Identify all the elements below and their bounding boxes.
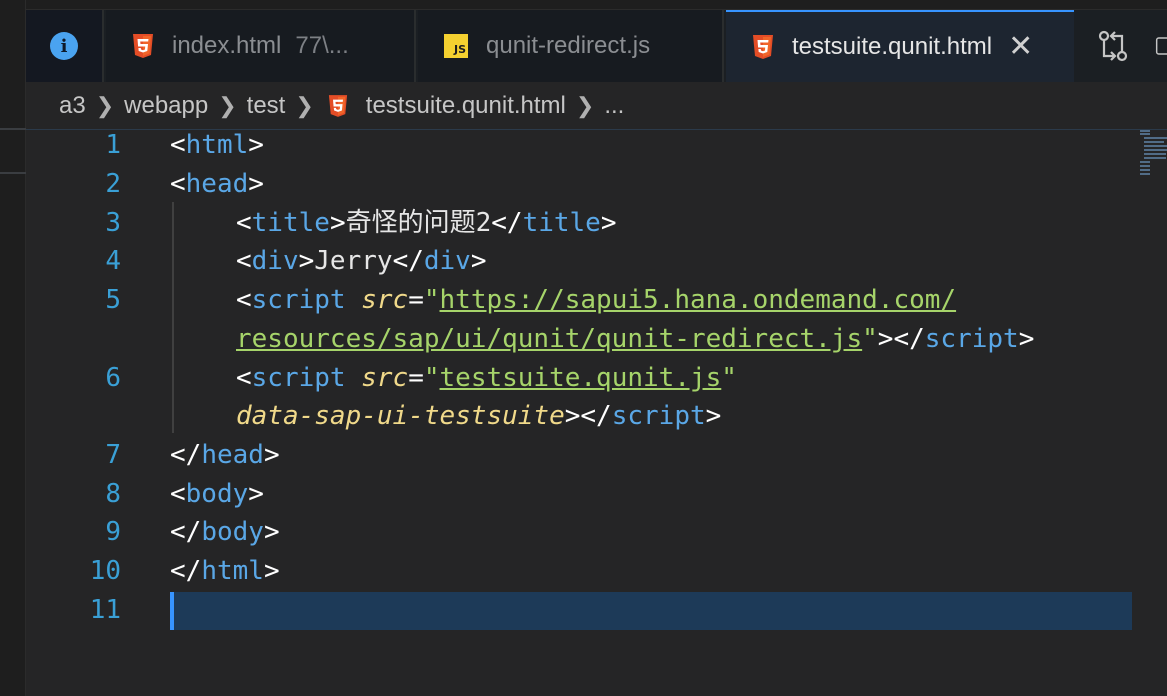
tab-index-html[interactable]: index.html 77\... <box>106 10 416 82</box>
code-line: <script src="testsuite.qunit.js" <box>236 363 737 393</box>
chevron-right-icon: ❯ <box>295 92 314 118</box>
code-line-wrapped: resources/sap/ui/qunit/qunit-redirect.js… <box>236 324 1035 354</box>
indent-guide <box>172 202 174 433</box>
tab-label: testsuite.qunit.html <box>792 33 993 60</box>
url-link[interactable]: testsuite.qunit.js <box>440 363 722 393</box>
line-number: 1 <box>105 130 121 160</box>
compare-changes-icon <box>1098 30 1128 62</box>
line-number: 3 <box>105 208 121 238</box>
code-line: </body> <box>170 517 280 547</box>
code-line: <title>奇怪的问题2</title> <box>236 208 617 238</box>
html5-icon <box>133 34 153 58</box>
breadcrumb-item-file[interactable]: testsuite.qunit.html <box>366 92 566 120</box>
current-line-highlight <box>170 592 1132 630</box>
tab-bar: i index.html 77\... JS qunit-redirect.js… <box>26 10 1167 82</box>
js-icon: JS <box>444 34 468 58</box>
line-number: 11 <box>89 595 121 625</box>
line-number: 2 <box>105 169 121 199</box>
chevron-right-icon: ❯ <box>95 92 115 118</box>
line-number: 7 <box>105 440 121 470</box>
url-link[interactable]: https://sapui5.hana.ondemand.com/ <box>440 285 957 315</box>
code-line-wrapped: data-sap-ui-testsuite></script> <box>236 401 722 431</box>
title-area <box>26 0 1167 10</box>
html5-icon <box>328 94 347 117</box>
breadcrumb-item-a3[interactable]: a3 <box>59 92 86 120</box>
minimap[interactable] <box>1138 130 1167 190</box>
breadcrumb-item-test[interactable]: test <box>247 92 286 120</box>
code-editor[interactable]: 1 2 3 4 5 6 7 8 9 10 11 <html> <head> <t… <box>26 130 1167 696</box>
code-line: <head> <box>170 169 264 199</box>
activity-strip <box>0 0 26 696</box>
line-number: 4 <box>105 246 121 276</box>
breadcrumb: a3 ❯ webapp ❯ test ❯ testsuite.qunit.htm… <box>26 82 1167 130</box>
chevron-right-icon: ❯ <box>218 92 237 118</box>
line-number: 6 <box>105 363 121 393</box>
tab-testsuite-qunit-html[interactable]: testsuite.qunit.html ✕ <box>726 10 1074 82</box>
info-tab[interactable]: i <box>26 10 104 82</box>
tab-label: qunit-redirect.js <box>486 32 651 59</box>
line-number: 10 <box>89 556 121 586</box>
code-line: <body> <box>170 479 264 509</box>
breadcrumb-item-webapp[interactable]: webapp <box>124 92 208 120</box>
strip-marker <box>0 172 26 174</box>
code-line: <div>Jerry</div> <box>236 246 487 276</box>
strip-marker <box>0 128 26 130</box>
chevron-right-icon: ❯ <box>575 92 595 118</box>
split-editor-icon <box>1155 37 1167 55</box>
code-line: </head> <box>170 440 280 470</box>
html5-icon <box>753 35 773 59</box>
line-number: 5 <box>105 285 121 315</box>
compare-changes-button[interactable] <box>1092 10 1134 82</box>
breadcrumb-item-more[interactable]: ... <box>604 92 624 120</box>
code-line: </html> <box>170 556 280 586</box>
url-link[interactable]: resources/sap/ui/qunit/qunit-redirect.js <box>236 324 862 354</box>
close-icon[interactable]: ✕ <box>1008 32 1033 62</box>
code-line: <html> <box>170 130 264 160</box>
tab-qunit-redirect-js[interactable]: JS qunit-redirect.js <box>418 10 724 82</box>
line-number: 8 <box>105 479 121 509</box>
tab-description: 77\... <box>295 32 349 59</box>
info-icon[interactable]: i <box>50 32 78 60</box>
tab-label: index.html <box>172 32 282 59</box>
code-line: <script src="https://sapui5.hana.ondeman… <box>236 285 957 315</box>
line-number: 9 <box>105 517 121 547</box>
split-editor-button[interactable] <box>1154 10 1167 82</box>
